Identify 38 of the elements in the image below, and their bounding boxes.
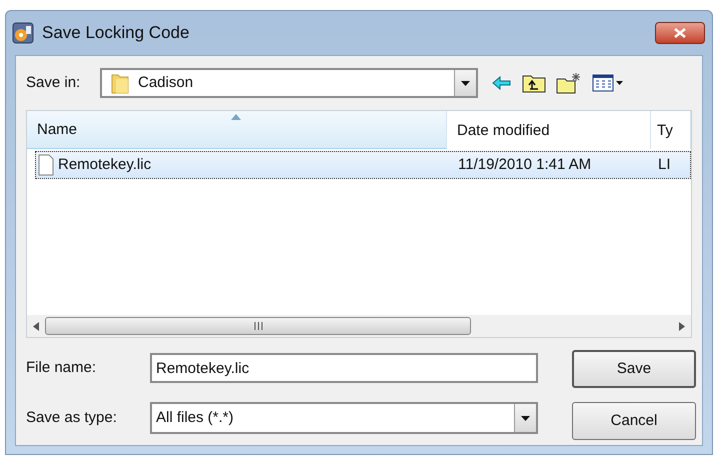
file-row[interactable]: Remotekey.lic 11/19/2010 1:41 AM LI [35,151,691,179]
column-label: Ty [657,120,673,140]
dropdown-button[interactable] [514,404,536,432]
close-icon [674,28,686,38]
table-cell-text: 11/19/2010 1:41 AM [458,154,592,175]
save-as-type-label: Save as type: [26,408,118,428]
save-in-value: Cadison [138,72,194,93]
table-cell-text: Remotekey.lic [58,154,152,175]
save-button[interactable]: Save [572,350,696,388]
scroll-right-icon[interactable] [679,322,685,330]
app-icon [12,22,34,44]
save-in-dropdown[interactable]: Cadison [100,68,478,98]
column-header[interactable]: Name [27,111,447,149]
grip-icon [254,322,262,330]
scrollbar-thumb[interactable] [45,317,471,335]
save-as-type-dropdown[interactable]: All files (*.*) [150,402,538,434]
caret-icon [521,416,530,420]
back-arrow-icon[interactable] [492,76,512,90]
close-button[interactable] [655,22,705,44]
file-name-label: File name: [26,358,98,378]
view-menu-icon[interactable] [592,73,624,93]
cancel-button[interactable]: Cancel [572,402,696,440]
column-label: Name [37,120,78,140]
horizontal-scrollbar[interactable] [27,315,691,337]
dropdown-button[interactable] [454,70,476,96]
up-folder-icon[interactable] [522,73,546,93]
file-name-field[interactable]: Remotekey.lic [150,353,538,383]
window-title: Save Locking Code [42,22,190,44]
sort-arrow-icon [231,114,241,120]
table-cell-text: LI [658,154,671,175]
new-folder-icon[interactable] [556,72,582,94]
file-icon [38,154,54,176]
scroll-left-icon[interactable] [33,322,39,330]
save-in-label: Save in: [26,72,82,93]
folder-icon [110,72,130,94]
caret-icon [461,80,470,86]
save-as-type-value: All files (*.*) [155,408,235,428]
column-label: Date modified [457,120,550,140]
